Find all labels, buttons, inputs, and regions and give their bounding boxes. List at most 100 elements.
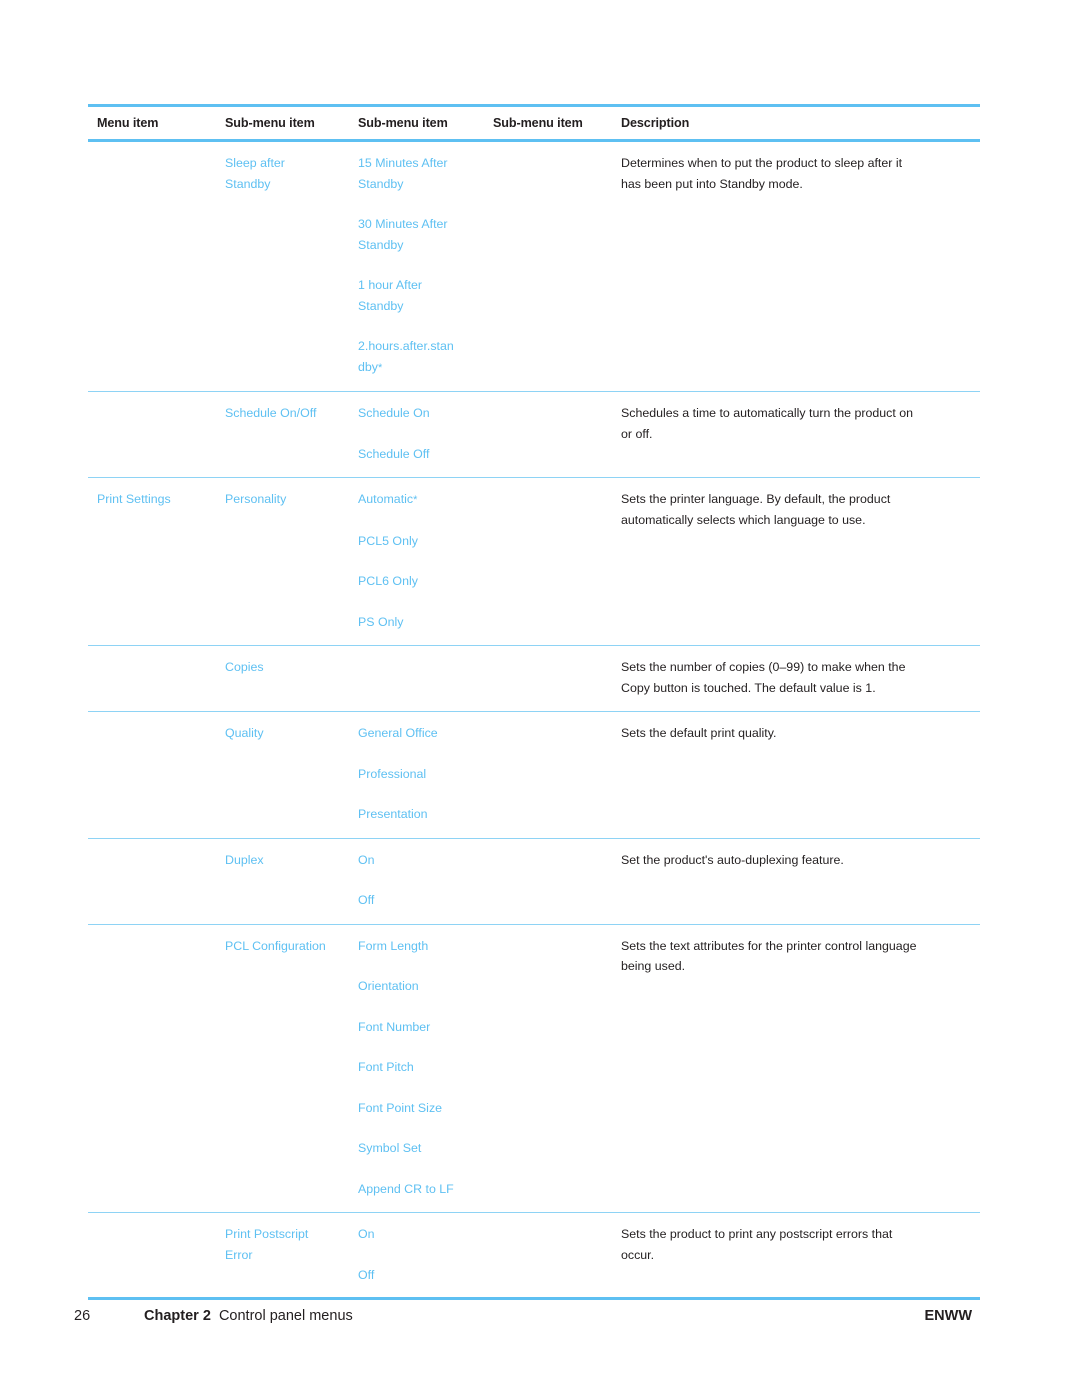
cell-description: Sets the text attributes for the printer… [612, 923, 980, 1213]
menu-option: Standby [358, 298, 404, 313]
cell-menu-item [88, 1212, 216, 1300]
menu-option: Copies [225, 660, 264, 674]
table-row: Print Settings Personality Automatic* PCL5 … [88, 477, 980, 646]
table-body: Sleep after Standby 15 Minutes After Standb… [88, 141, 980, 1300]
footer-enww: ENWW [924, 1308, 972, 1324]
menu-option: Font Number [358, 1019, 431, 1034]
table-row: PCL Configuration Form Length Orientation F… [88, 923, 980, 1213]
column-header-description: Description [612, 104, 980, 142]
menu-option: Print Settings [97, 492, 171, 506]
cell-sub-menu-3 [484, 923, 612, 1213]
cell-description: Schedules a time to automatically turn t… [612, 391, 980, 478]
cell-menu-item [88, 923, 216, 1213]
cell-sub-menu-1: Personality [216, 477, 349, 646]
cell-menu-item: Print Settings [88, 477, 216, 646]
cell-sub-menu-3 [484, 477, 612, 646]
menu-option: PCL6 Only [358, 574, 418, 588]
description-line: Sets the text attributes for the printer… [621, 938, 917, 953]
cell-sub-menu-3 [484, 141, 612, 392]
footer-chapter: Chapter 2 Control panel menus [144, 1308, 353, 1324]
cell-description: Sets the product to print any postscript… [612, 1212, 980, 1300]
cell-menu-item [88, 391, 216, 478]
cell-sub-menu-2: General Office Professional Presentation [349, 711, 484, 838]
description-line: Sets the number of copies (0–99) to make… [621, 660, 906, 674]
menu-option: PCL Configuration [225, 938, 326, 953]
table-row: Schedule On/Off Schedule On Schedule Off Sc… [88, 391, 980, 478]
cell-description: Sets the default print quality. [612, 711, 980, 838]
table-row: Sleep after Standby 15 Minutes After Standb… [88, 141, 980, 392]
cell-sub-menu-2 [349, 645, 484, 712]
description-line: being used. [621, 959, 686, 973]
cell-sub-menu-1: PCL Configuration [216, 923, 349, 1213]
cell-sub-menu-1: Sleep after Standby [216, 141, 349, 392]
menu-option: Orientation [358, 979, 419, 993]
footer-chapter-label: Chapter 2 [144, 1308, 211, 1324]
menu-option: Schedule On [358, 406, 430, 420]
column-header-sub-menu-1: Sub-menu item [216, 104, 349, 142]
menu-option: Sleep after [225, 156, 285, 170]
menu-option: Schedule Off [358, 446, 430, 461]
column-header-sub-menu-3: Sub-menu item [484, 104, 612, 142]
cell-sub-menu-2: On Off [349, 837, 484, 924]
cell-menu-item [88, 645, 216, 712]
description-line: Determines when to put the product to sl… [621, 156, 903, 170]
default-value-asterisk: * [413, 494, 418, 506]
menu-option: Symbol Set [358, 1141, 422, 1155]
default-value-asterisk: * [377, 361, 383, 374]
menu-option: Quality [225, 726, 264, 740]
description-line: Sets the product to print any postscript… [621, 1227, 893, 1241]
cell-sub-menu-3 [484, 645, 612, 712]
menu-option: Font Pitch [358, 1060, 414, 1074]
cell-description: Sets the printer language. By default, t… [612, 477, 980, 646]
menu-option: Standby [225, 176, 271, 191]
menu-option: Append CR to LF [358, 1181, 454, 1196]
footer-chapter-spacer [211, 1308, 219, 1324]
table-row: Duplex On Off Set the product's auto-duplex… [88, 837, 980, 924]
menu-option: Standby [358, 237, 404, 252]
table-header: Menu item Sub-menu item Sub-menu item Su… [88, 104, 980, 142]
menu-option: Error [225, 1247, 253, 1262]
menu-option: On [358, 852, 375, 867]
table-row: Copies Sets the number of copies (0–99) t… [88, 645, 980, 712]
cell-sub-menu-3 [484, 391, 612, 478]
description-line: or off. [621, 426, 653, 441]
menu-option: On [358, 1227, 375, 1241]
cell-sub-menu-2: 15 Minutes After Standby 30 Minutes After S… [349, 141, 484, 392]
menu-option: 30 Minutes After [358, 217, 448, 231]
cell-sub-menu-3 [484, 711, 612, 838]
control-panel-menu-table: Menu item Sub-menu item Sub-menu item Su… [88, 104, 980, 1300]
table-row: Print Postscript Error On Off Sets the produ… [88, 1212, 980, 1300]
menu-option: Print Postscript [225, 1227, 309, 1241]
cell-sub-menu-3 [484, 837, 612, 924]
cell-description: Sets the number of copies (0–99) to make… [612, 645, 980, 712]
menu-option: Schedule On/Off [225, 406, 317, 420]
menu-option: Professional [358, 766, 427, 781]
page-footer: 26 Chapter 2 Control panel menus ENWW [74, 1308, 972, 1334]
footer-chapter-title: Control panel menus [218, 1308, 353, 1324]
cell-sub-menu-1: Quality [216, 711, 349, 838]
cell-menu-item [88, 711, 216, 838]
footer-page-number: 26 [74, 1308, 91, 1324]
cell-sub-menu-1: Duplex [216, 837, 349, 924]
document-page: Menu item Sub-menu item Sub-menu item Su… [0, 0, 1080, 1397]
menu-option: General Office [358, 726, 438, 740]
menu-option: dby* [358, 359, 383, 374]
menu-option: 15 Minutes After [358, 156, 448, 170]
menu-option: PS Only [358, 614, 404, 629]
cell-sub-menu-1: Print Postscript Error [216, 1212, 349, 1300]
menu-option: Off [358, 1267, 375, 1282]
menu-option: Standby [358, 176, 404, 191]
cell-sub-menu-1: Schedule On/Off [216, 391, 349, 478]
menu-option: Duplex [225, 852, 264, 867]
menu-option: 1 hour After [358, 278, 423, 292]
cell-sub-menu-2: On Off [349, 1212, 484, 1300]
menu-option: Presentation [358, 807, 428, 821]
cell-menu-item [88, 837, 216, 924]
column-header-menu-item: Menu item [88, 104, 216, 142]
menu-option: Font Point Size [358, 1100, 443, 1115]
table-row: Quality General Office Professional Present… [88, 711, 980, 838]
description-line: Sets the default print quality. [621, 726, 777, 740]
description-line: has been put into Standby mode. [621, 176, 803, 191]
description-line: Sets the printer language. By default, t… [621, 492, 891, 506]
cell-sub-menu-2: Automatic* PCL5 Only PCL6 Only PS Only [349, 477, 484, 646]
